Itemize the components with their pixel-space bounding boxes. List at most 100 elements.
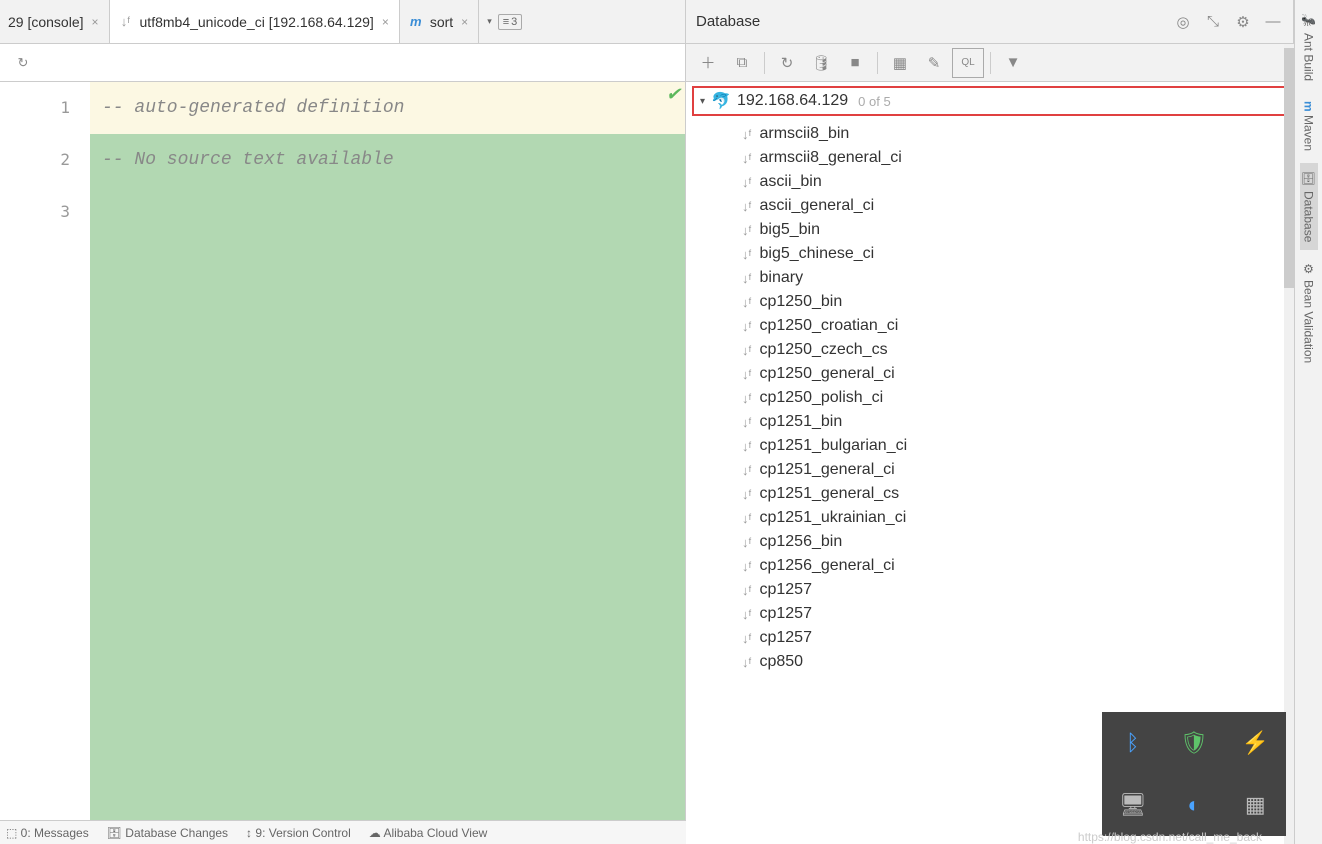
- collation-item[interactable]: ↓ᶠ binary: [686, 266, 1293, 290]
- collation-label: ascii_bin: [759, 173, 821, 191]
- bluetooth-icon[interactable]: ᛒ: [1102, 712, 1163, 774]
- tabs-dropdown[interactable]: ▾ ≡3: [483, 14, 522, 30]
- app-icon[interactable]: ◐: [1163, 774, 1224, 836]
- sort-icon: ↓ᶠ: [742, 295, 751, 310]
- sort-icon: ↓ᶠ: [742, 583, 751, 598]
- check-icon: ✔: [666, 84, 681, 106]
- collation-item[interactable]: ↓ᶠcp1251_general_cs: [686, 482, 1293, 506]
- sort-icon: ↓ᶠ: [742, 655, 751, 670]
- status-messages[interactable]: ⬚ 0: Messages: [6, 826, 89, 840]
- collation-item[interactable]: ↓ᶠ cp1257: [686, 626, 1293, 650]
- status-bar: ⬚ 0: Messages 🗄 Database Changes ↕ 9: Ve…: [0, 820, 686, 844]
- refresh-button[interactable]: ↻: [8, 48, 38, 78]
- database-header: Database ◎ ⤡ ⚙ —: [686, 0, 1293, 44]
- chevron-down-icon: ▾: [700, 96, 705, 107]
- sort-icon: ↓ᶠ: [118, 14, 134, 30]
- collation-label: binary: [759, 269, 803, 287]
- collation-label: cp1257: [759, 629, 812, 647]
- connection-node[interactable]: ▾ 🐬 192.168.64.129 0 of 5: [692, 86, 1287, 116]
- gear-icon[interactable]: ⚙: [1233, 12, 1253, 32]
- collation-item[interactable]: ↓ᶠcp850: [686, 650, 1293, 674]
- tab-console[interactable]: 29 [console] ×: [0, 0, 110, 43]
- collation-item[interactable]: ↓ᶠbig5_bin: [686, 218, 1293, 242]
- filter-icon[interactable]: ▼: [997, 48, 1029, 78]
- collation-label: cp1250_bin: [759, 293, 842, 311]
- watermark: https://blog.csdn.net/call_me_back: [1078, 830, 1262, 844]
- table-icon[interactable]: ▦: [884, 48, 916, 78]
- collapse-icon[interactable]: ⤡: [1203, 12, 1223, 32]
- tab-sort[interactable]: m sort ×: [400, 0, 479, 43]
- sort-icon: ↓ᶠ: [742, 199, 751, 214]
- ql-icon[interactable]: QL: [952, 48, 984, 78]
- wrench-icon[interactable]: 🛢: [805, 48, 837, 78]
- panel-title: Database: [696, 13, 1173, 30]
- refresh-button[interactable]: ↻: [771, 48, 803, 78]
- grid-icon[interactable]: ▦: [1225, 774, 1286, 836]
- tab-label: 29 [console]: [8, 14, 84, 30]
- gutter: 1 2 3: [0, 82, 90, 844]
- collation-item[interactable]: ↓ᶠ cp1250_bin: [686, 290, 1293, 314]
- collation-item[interactable]: ↓ᶠascii_bin: [686, 170, 1293, 194]
- sort-icon: ↓ᶠ: [742, 511, 751, 526]
- close-icon[interactable]: ×: [90, 15, 101, 29]
- collation-label: cp1251_bin: [759, 413, 842, 431]
- collation-item[interactable]: ↓ᶠcp1257: [686, 602, 1293, 626]
- collation-label: armscii8_bin: [759, 125, 849, 143]
- code-body[interactable]: ✔ -- auto-generated definition -- No sou…: [90, 82, 685, 844]
- shield-icon[interactable]: 🛡: [1163, 712, 1224, 774]
- collation-item[interactable]: ↓ᶠcp1256_bin: [686, 530, 1293, 554]
- collation-label: cp1251_ukrainian_ci: [759, 509, 906, 527]
- collation-item[interactable]: ↓ᶠcp1257: [686, 578, 1293, 602]
- usb-icon[interactable]: 🖥: [1102, 774, 1163, 836]
- m-icon: m: [408, 14, 424, 30]
- toolwin-bean-validation[interactable]: ⚙Bean Validation: [1300, 254, 1318, 371]
- edit-icon[interactable]: ✎: [918, 48, 950, 78]
- collation-item[interactable]: ↓ᶠ cp1251_ukrainian_ci: [686, 506, 1293, 530]
- close-icon[interactable]: ×: [459, 15, 470, 29]
- stop-button[interactable]: ■: [839, 48, 871, 78]
- sort-icon: ↓ᶠ: [742, 439, 751, 454]
- minimize-icon[interactable]: —: [1263, 12, 1283, 32]
- sort-icon: ↓ᶠ: [742, 415, 751, 430]
- collation-label: ascii_general_ci: [759, 197, 874, 215]
- copy-button[interactable]: ⧉: [726, 48, 758, 78]
- collation-item[interactable]: ↓ᶠcp1250_polish_ci: [686, 386, 1293, 410]
- editor-pane: 29 [console] × ↓ᶠ utf8mb4_unicode_ci [19…: [0, 0, 686, 844]
- sort-icon: ↓ᶠ: [742, 631, 751, 646]
- collation-item[interactable]: ↓ᶠbig5_chinese_ci: [686, 242, 1293, 266]
- sort-icon: ↓ᶠ: [742, 271, 751, 286]
- sort-icon: ↓ᶠ: [742, 343, 751, 358]
- wave-icon[interactable]: ⚡: [1225, 712, 1286, 774]
- sort-icon: ↓ᶠ: [742, 487, 751, 502]
- toolwin-maven[interactable]: mMaven: [1300, 93, 1318, 160]
- collation-item[interactable]: ↓ᶠarmscii8_bin: [686, 122, 1293, 146]
- collation-label: cp1257: [759, 605, 812, 623]
- tab-label: sort: [430, 14, 453, 30]
- toolwin-database[interactable]: 🗄Database: [1300, 163, 1318, 250]
- code-line: [90, 186, 685, 238]
- status-db-changes[interactable]: 🗄 Database Changes: [107, 826, 228, 840]
- collation-item[interactable]: ↓ᶠ cp1251_bin: [686, 410, 1293, 434]
- collation-item[interactable]: ↓ᶠcp1250_general_ci: [686, 362, 1293, 386]
- status-cloud-view[interactable]: ☁ Alibaba Cloud View: [369, 826, 488, 840]
- collation-item[interactable]: ↓ᶠcp1251_general_ci: [686, 458, 1293, 482]
- collation-item[interactable]: ↓ᶠcp1256_general_ci: [686, 554, 1293, 578]
- collation-label: cp1251_general_ci: [759, 461, 894, 479]
- add-button[interactable]: ＋: [692, 48, 724, 78]
- toolwin-ant-build[interactable]: 🐜Ant Build: [1300, 6, 1318, 89]
- editor-area[interactable]: 1 2 3 ✔ -- auto-generated definition -- …: [0, 82, 685, 844]
- line-number: 2: [0, 134, 70, 186]
- status-version-control[interactable]: ↕ 9: Version Control: [246, 826, 351, 840]
- collation-item[interactable]: ↓ᶠcp1250_croatian_ci: [686, 314, 1293, 338]
- scrollbar-thumb[interactable]: [1284, 48, 1294, 288]
- tab-label: utf8mb4_unicode_ci [192.168.64.129]: [140, 14, 374, 30]
- collation-label: cp1251_bulgarian_ci: [759, 437, 907, 455]
- tab-collation[interactable]: ↓ᶠ utf8mb4_unicode_ci [192.168.64.129] ×: [110, 0, 400, 43]
- chevron-down-icon: ▾: [483, 16, 496, 27]
- collation-item[interactable]: ↓ᶠcp1250_czech_cs: [686, 338, 1293, 362]
- target-icon[interactable]: ◎: [1173, 12, 1193, 32]
- close-icon[interactable]: ×: [380, 15, 391, 29]
- collation-item[interactable]: ↓ᶠ ascii_general_ci: [686, 194, 1293, 218]
- collation-item[interactable]: ↓ᶠarmscii8_general_ci: [686, 146, 1293, 170]
- collation-item[interactable]: ↓ᶠ cp1251_bulgarian_ci: [686, 434, 1293, 458]
